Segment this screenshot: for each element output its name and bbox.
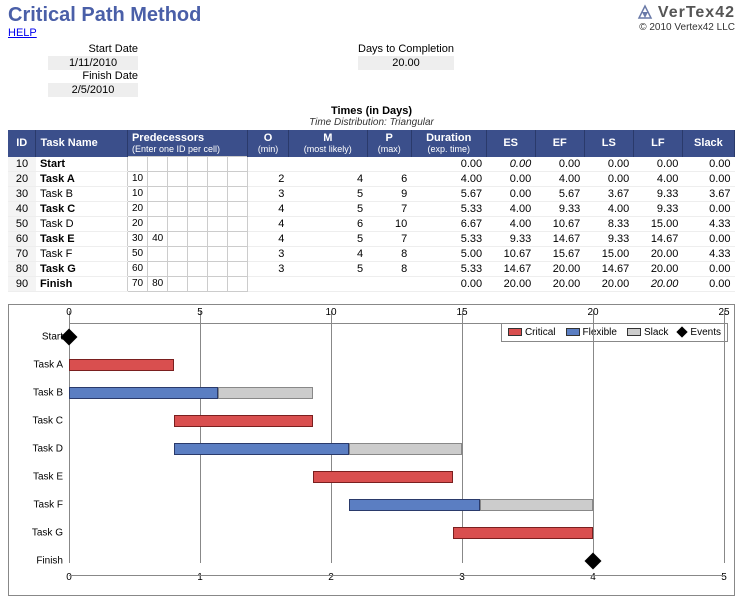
table-row[interactable]: 90Finish70800.0020.0020.0020.0020.000.00 — [8, 276, 735, 291]
col-ls: LS — [584, 130, 633, 157]
critical-bar — [174, 415, 314, 427]
critical-bar — [69, 359, 174, 371]
col-o: O(min) — [248, 130, 289, 157]
gantt-row-label: Task B — [15, 387, 63, 398]
start-date-label: Start Date — [48, 43, 138, 55]
gantt-row-label: Task C — [15, 415, 63, 426]
col-id: ID — [8, 130, 36, 157]
times-sub: Time Distribution: Triangular — [8, 117, 735, 128]
days-to-completion-value: 20.00 — [358, 56, 454, 70]
brand-block: VerTex42 © 2010 Vertex42 LLC — [636, 4, 735, 33]
finish-date-label: Finish Date — [48, 70, 138, 82]
event-diamond — [61, 328, 78, 345]
axis-bottom-tick: 4 — [590, 572, 596, 583]
gantt-row-label: Task E — [15, 471, 63, 482]
gantt-row-label: Finish — [15, 555, 63, 566]
col-ef: EF — [535, 130, 584, 157]
axis-top-tick: 10 — [325, 307, 336, 318]
table-row[interactable]: 40Task C204575.334.009.334.009.330.00 — [8, 201, 735, 216]
gantt-row-label: Task A — [15, 359, 63, 370]
axis-top-tick: 0 — [66, 307, 72, 318]
flexible-bar — [69, 387, 218, 399]
slack-bar — [480, 499, 593, 511]
axis-bottom-tick: 1 — [197, 572, 203, 583]
axis-top-tick: 25 — [718, 307, 729, 318]
table-row[interactable]: 20Task A102464.000.004.000.004.000.00 — [8, 171, 735, 186]
flexible-bar — [349, 499, 480, 511]
slack-bar — [218, 387, 314, 399]
table-row[interactable]: 50Task D2046106.674.0010.678.3315.004.33 — [8, 216, 735, 231]
table-row[interactable]: 70Task F503485.0010.6715.6715.0020.004.3… — [8, 246, 735, 261]
slack-bar — [349, 443, 462, 455]
col-dur: Duration(exp. time) — [411, 130, 486, 157]
col-lf: LF — [633, 130, 682, 157]
col-pred: Predecessors(Enter one ID per cell) — [127, 130, 247, 157]
finish-date-value: 2/5/2010 — [48, 83, 138, 97]
flexible-bar — [174, 443, 349, 455]
axis-bottom-tick: 5 — [721, 572, 727, 583]
gantt-row-label: Task F — [15, 499, 63, 510]
axis-top-tick: 20 — [587, 307, 598, 318]
col-es: ES — [486, 130, 535, 157]
gantt-row-label: Task G — [15, 527, 63, 538]
days-to-completion-label: Days to Completion — [358, 43, 454, 55]
gantt-row-label: Task D — [15, 443, 63, 454]
gantt-chart: Days: Weeks: Critical Flexible Slack Eve… — [8, 304, 735, 596]
cpm-table: ID Task Name Predecessors(Enter one ID p… — [8, 130, 735, 292]
help-link[interactable]: HELP — [8, 27, 37, 39]
gantt-row-label: Start — [15, 331, 63, 342]
table-row[interactable]: 60Task E30404575.339.3314.679.3314.670.0… — [8, 231, 735, 246]
col-p: P(max) — [367, 130, 411, 157]
table-row[interactable]: 10Start0.000.000.000.000.000.00 — [8, 157, 735, 172]
axis-bottom-tick: 3 — [459, 572, 465, 583]
axis-top-tick: 15 — [456, 307, 467, 318]
page-title: Critical Path Method — [8, 4, 201, 27]
axis-bottom-tick: 2 — [328, 572, 334, 583]
brand-logo: VerTex42 — [636, 4, 735, 22]
start-date-value[interactable]: 1/11/2010 — [48, 56, 138, 70]
vertex-logo-icon — [636, 4, 654, 22]
table-row[interactable]: 30Task B103595.670.005.673.679.333.67 — [8, 186, 735, 201]
col-m: M(most likely) — [288, 130, 367, 157]
critical-bar — [313, 471, 453, 483]
critical-bar — [453, 527, 593, 539]
times-header: Times (in Days) — [8, 105, 735, 117]
copyright: © 2010 Vertex42 LLC — [636, 22, 735, 33]
axis-top-tick: 5 — [197, 307, 203, 318]
axis-bottom-tick: 0 — [66, 572, 72, 583]
col-slack: Slack — [682, 130, 734, 157]
event-diamond — [585, 552, 602, 569]
table-row[interactable]: 80Task G603585.3314.6720.0014.6720.000.0… — [8, 261, 735, 276]
col-task: Task Name — [36, 130, 128, 157]
